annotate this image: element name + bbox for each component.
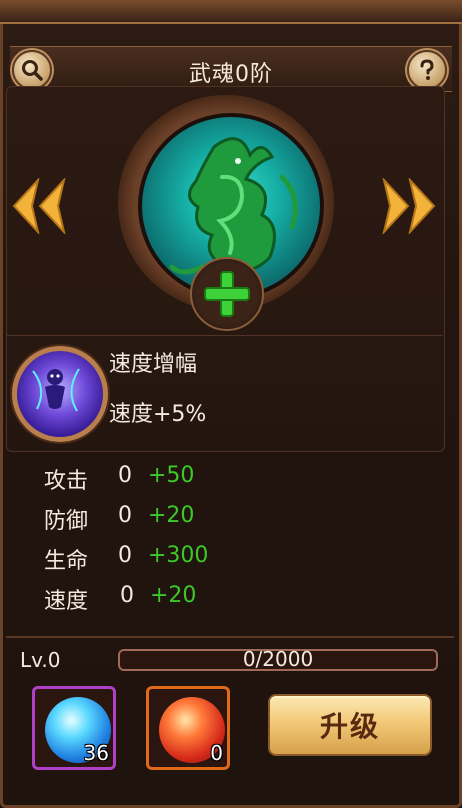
item-slot-red[interactable]: 0	[146, 686, 230, 770]
plus-icon	[204, 271, 250, 317]
stat-value: 0	[118, 543, 132, 568]
stat-value: 0	[120, 583, 134, 608]
stat-label: 攻击	[44, 469, 89, 494]
item-count: 0	[210, 741, 223, 765]
next-arrow-button[interactable]	[380, 176, 438, 238]
panel-divider	[6, 335, 443, 336]
stat-bonus: +300	[148, 543, 209, 568]
stat-label: 生命	[44, 549, 89, 574]
section-divider	[6, 636, 454, 638]
stat-value: 0	[118, 503, 132, 528]
item-slot-blue[interactable]: 36	[32, 686, 116, 770]
add-button[interactable]	[190, 257, 264, 331]
double-chevron-right-icon	[382, 176, 436, 236]
stat-value: 0	[118, 463, 132, 488]
exp-progress-text: 0/2000	[242, 647, 314, 671]
stat-bonus: +20	[150, 583, 197, 608]
top-trim	[0, 0, 462, 24]
stat-label: 防御	[44, 509, 89, 534]
skill-description: 速度+5%	[109, 402, 207, 427]
prev-arrow-button[interactable]	[10, 176, 68, 238]
level-label: Lv.0	[20, 648, 61, 672]
stat-bonus: +20	[148, 503, 195, 528]
help-button[interactable]	[407, 50, 447, 90]
skill-name: 速度增幅	[109, 352, 198, 377]
speed-spirit-icon	[32, 368, 80, 412]
stat-bonus: +50	[148, 463, 195, 488]
search-icon	[22, 60, 43, 81]
double-chevron-left-icon	[12, 176, 66, 236]
page-title: 武魂0阶	[189, 62, 273, 87]
skill-icon[interactable]	[12, 346, 108, 442]
upgrade-button-label: 升级	[319, 710, 380, 743]
stat-label: 速度	[44, 589, 89, 614]
search-button[interactable]	[12, 50, 52, 90]
upgrade-button[interactable]: 升级	[268, 694, 432, 756]
item-count: 36	[83, 741, 109, 765]
question-icon	[420, 59, 434, 80]
